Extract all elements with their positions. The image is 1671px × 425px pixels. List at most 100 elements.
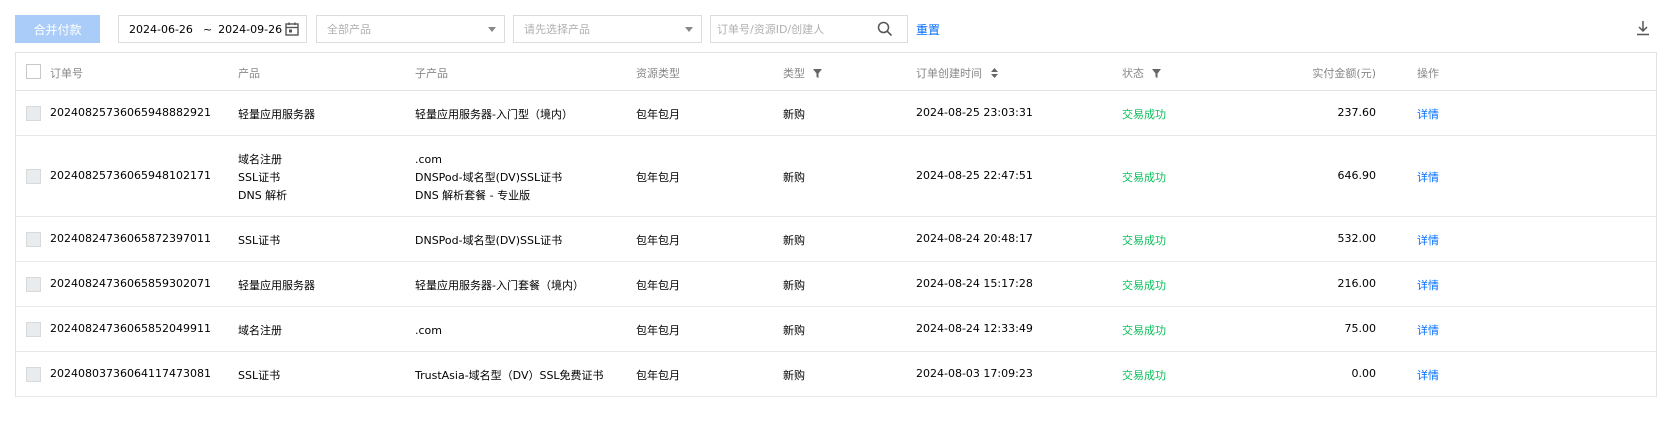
created-time: 2024-08-25 23:03:31 [916,106,1033,119]
header-product: 产品 [238,67,260,80]
reset-button[interactable]: 重置 [916,21,940,38]
select-all-checkbox[interactable] [26,64,41,79]
subproduct-select-value: 请先选择产品 [524,23,590,36]
product-cell-line: SSL证书 [238,171,281,184]
order-type: 新购 [783,234,805,247]
calendar-icon[interactable] [284,21,300,40]
subproduct-select[interactable]: 请先选择产品 [513,15,702,43]
subproduct-cell-line: 轻量应用服务器-入门套餐（境内） [415,279,584,292]
date-start: 2024-06-26 [129,22,193,36]
resource-type: 包年包月 [636,108,680,121]
subproduct-cell: .com DNSPod-域名型(DV)SSL证书 DNS 解析套餐 - 专业版 [415,151,562,205]
subproduct-cell-line: DNSPod-域名型(DV)SSL证书 [415,171,563,184]
date-end: 2024-09-26 [218,22,283,36]
header-created: 订单创建时间 [916,65,998,81]
details-link[interactable]: 详情 [1417,277,1439,293]
amount: 0.00 [1351,367,1377,380]
header-order: 订单号 [50,67,83,80]
order-id: 20240825736065948882921 [50,106,211,119]
product-cell: SSL证书 [238,367,280,385]
subproduct-cell: 轻量应用服务器-入门型（境内） [415,106,573,124]
product-cell: 域名注册 SSL证书 DNS 解析 [238,151,287,205]
amount: 532.00 [1337,232,1377,245]
order-type: 新购 [783,324,805,337]
product-cell: 轻量应用服务器 [238,277,315,295]
chevron-down-icon [488,27,496,32]
subproduct-cell: TrustAsia-域名型（DV）SSL免费证书 [415,367,604,385]
product-cell-line: 域名注册 [238,324,282,337]
filter-icon[interactable] [1151,68,1161,81]
created-time: 2024-08-24 20:48:17 [916,232,1033,245]
header-subproduct: 子产品 [415,67,448,80]
created-time: 2024-08-24 15:17:28 [916,277,1033,290]
status-badge: 交易成功 [1122,324,1166,337]
product-select-value: 全部产品 [327,23,371,36]
product-cell: 轻量应用服务器 [238,106,315,124]
search-placeholder: 订单号/资源ID/创建人 [717,23,825,36]
header-type-label: 类型 [783,67,805,80]
subproduct-cell-line: DNS 解析套餐 - 专业版 [415,189,531,202]
date-range-picker[interactable]: 2024-06-26 ~ 2024-09-26 [118,15,307,43]
table-row: 20240824736065852049911 域名注册 .com 包年包月 新购 202… [16,307,1656,352]
search-input[interactable]: 订单号/资源ID/创建人 [710,15,908,43]
row-checkbox[interactable] [26,232,41,247]
order-type: 新购 [783,369,805,382]
table-row: 20240803736064117473081 SSL证书 TrustAsia-域名… [16,352,1656,397]
details-link[interactable]: 详情 [1417,106,1439,122]
table-row: 20240824736065859302071 轻量应用服务器 轻量应用服务器-入门… [16,262,1656,307]
details-link[interactable]: 详情 [1417,169,1439,185]
table-header: 订单号 产品 子产品 资源类型 类型 订单创建时间 状态 实付金额(元) 操作 [16,53,1656,91]
product-cell-line: SSL证书 [238,234,281,247]
resource-type: 包年包月 [636,171,680,184]
product-select[interactable]: 全部产品 [316,15,505,43]
product-cell-line: 轻量应用服务器 [238,279,315,292]
orders-table: 订单号 产品 子产品 资源类型 类型 订单创建时间 状态 实付金额(元) 操作 … [15,52,1657,397]
subproduct-cell-line: .com [415,153,442,166]
subproduct-cell: 轻量应用服务器-入门套餐（境内） [415,277,584,295]
row-checkbox[interactable] [26,367,41,382]
status-badge: 交易成功 [1122,234,1166,247]
row-checkbox[interactable] [26,322,41,337]
table-row: 20240825736065948882921 轻量应用服务器 轻量应用服务器-入门… [16,91,1656,136]
details-link[interactable]: 详情 [1417,367,1439,383]
search-icon[interactable] [877,21,893,40]
amount: 237.60 [1337,106,1377,119]
header-status: 状态 [1122,65,1161,81]
row-checkbox[interactable] [26,169,41,184]
order-type: 新购 [783,108,805,121]
details-link[interactable]: 详情 [1417,322,1439,338]
download-icon[interactable] [1636,20,1650,39]
details-link[interactable]: 详情 [1417,232,1439,248]
product-cell: 域名注册 [238,322,282,340]
created-time: 2024-08-25 22:47:51 [916,169,1033,182]
filter-icon[interactable] [812,68,822,81]
row-checkbox[interactable] [26,106,41,121]
order-id: 20240824736065859302071 [50,277,211,290]
resource-type: 包年包月 [636,324,680,337]
product-cell-line: 轻量应用服务器 [238,108,315,121]
merge-pay-button[interactable]: 合并付款 [15,15,100,43]
product-cell-line: 域名注册 [238,153,282,166]
amount: 216.00 [1337,277,1377,290]
resource-type: 包年包月 [636,234,680,247]
status-badge: 交易成功 [1122,279,1166,292]
header-type: 类型 [783,65,822,81]
resource-type: 包年包月 [636,279,680,292]
row-checkbox[interactable] [26,277,41,292]
chevron-down-icon [685,27,693,32]
subproduct-cell-line: 轻量应用服务器-入门型（境内） [415,108,573,121]
date-separator: ~ [202,22,213,36]
order-id: 20240803736064117473081 [50,367,211,380]
status-badge: 交易成功 [1122,108,1166,121]
header-resource-type: 资源类型 [636,67,680,80]
table-row: 20240824736065872397011 SSL证书 DNSPod-域名型(D… [16,217,1656,262]
product-cell: SSL证书 [238,232,280,250]
status-badge: 交易成功 [1122,171,1166,184]
order-id: 20240824736065852049911 [50,322,211,335]
header-status-label: 状态 [1122,67,1144,80]
order-id: 20240825736065948102171 [50,169,211,182]
sort-icon[interactable] [990,67,998,81]
created-time: 2024-08-03 17:09:23 [916,367,1033,380]
amount: 646.90 [1337,169,1377,182]
header-amount: 实付金额(元) [1312,67,1376,80]
